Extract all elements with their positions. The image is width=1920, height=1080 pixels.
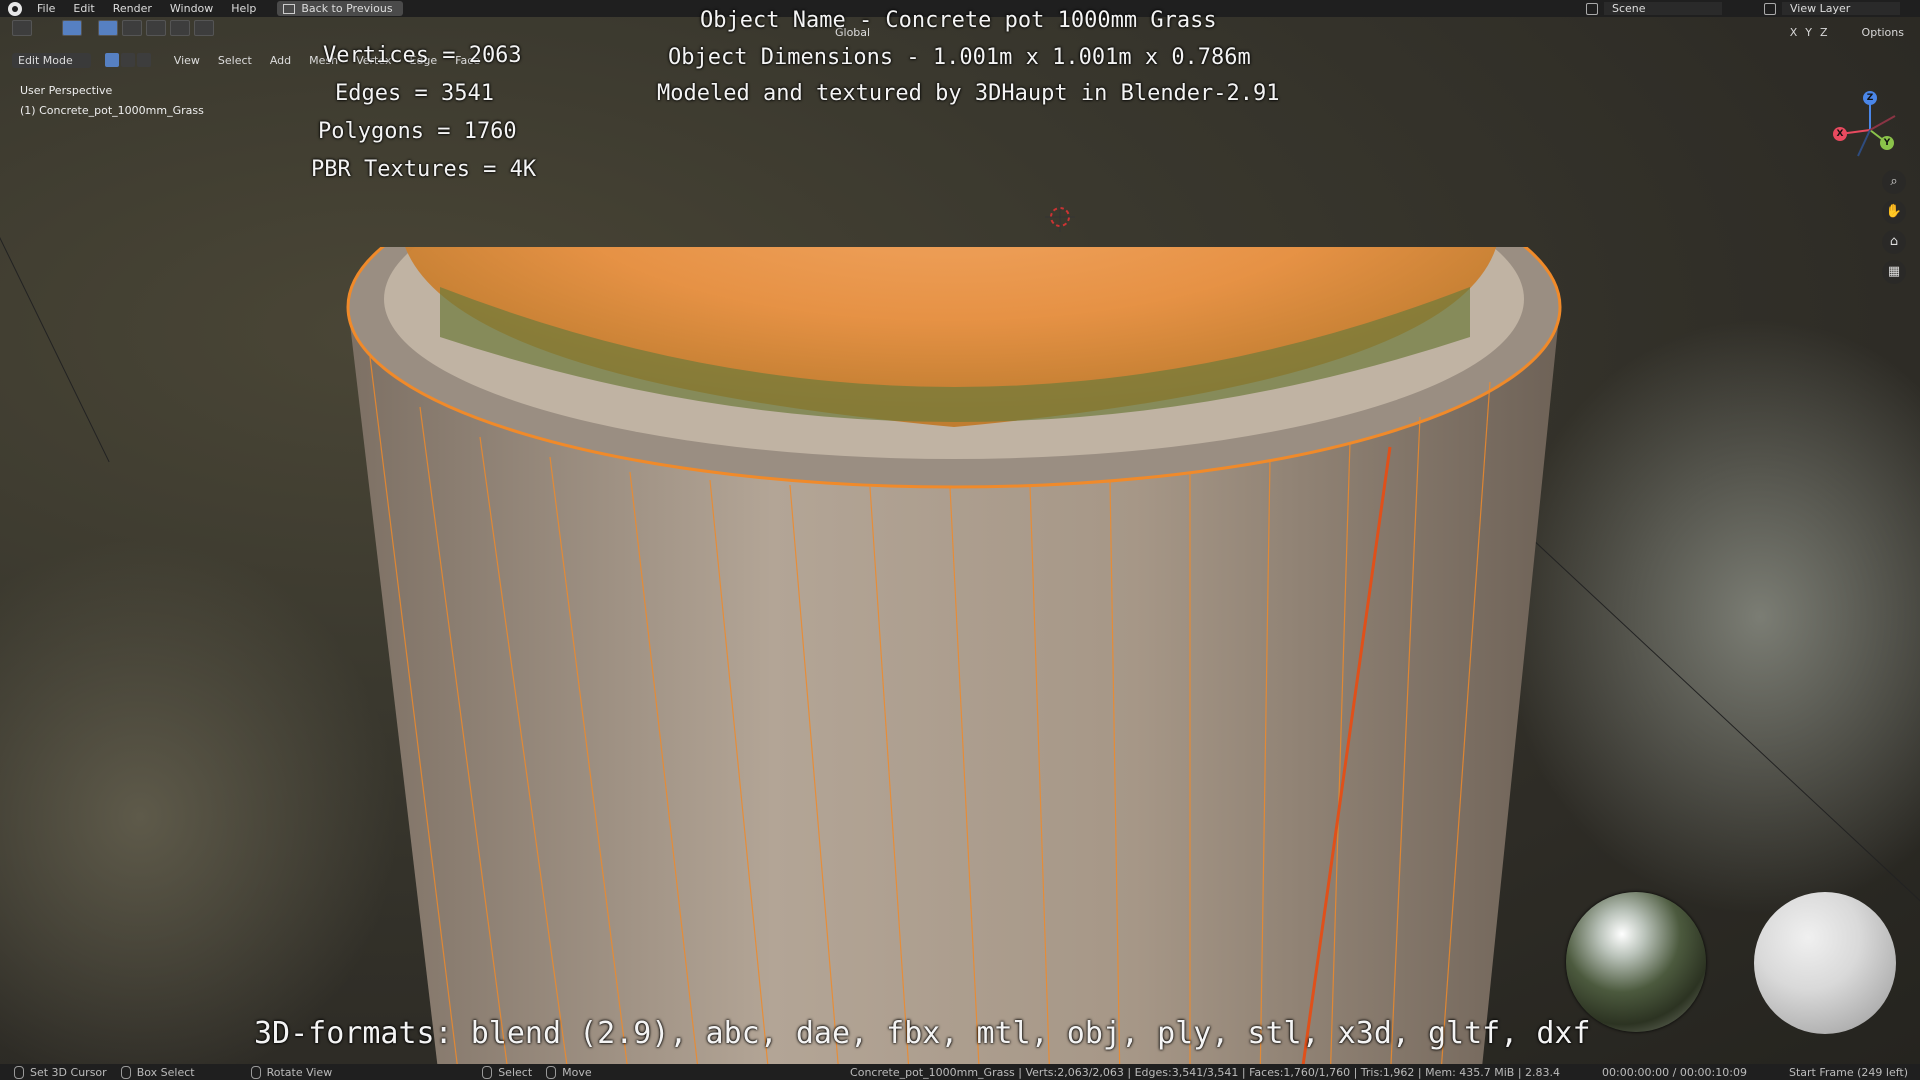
select-mode-new-icon[interactable] [98,20,118,36]
scene-statistics: Concrete_pot_1000mm_Grass | Verts:2,063/… [850,1065,1561,1079]
pan-hand-icon[interactable]: ✋ [1882,200,1906,224]
scene-icon [1586,2,1598,15]
ground-edge-line [0,237,110,463]
editor-type-icon[interactable] [12,20,32,36]
hdri-preview-sphere [1566,892,1706,1032]
vertex-select-icon[interactable] [104,53,119,67]
concrete-pot-mesh[interactable] [340,247,1580,1064]
screen-icon [283,3,296,14]
hint-move: Move [546,1065,592,1079]
diffuse-preview-sphere [1754,892,1896,1034]
hint-select-label: Select [498,1065,533,1079]
hint-set-3d-cursor-label: Set 3D Cursor [30,1065,107,1079]
scene-selector[interactable]: Scene [1604,2,1722,15]
status-bar: Set 3D Cursor Box Select Rotate View Sel… [0,1064,1920,1080]
viewport-menu-view[interactable]: View [165,54,209,67]
mouse-drag-icon [120,1065,131,1079]
hint-box-select: Box Select [120,1065,195,1079]
vertices-count: Vertices = 2063 [323,43,522,68]
gizmo-x-axis[interactable]: X [1833,127,1847,141]
grid-icon[interactable]: ▦ [1882,260,1906,284]
select-mode-subtract-icon[interactable] [146,20,166,36]
hint-rotate-view: Rotate View [250,1065,333,1079]
credit-line: Modeled and textured by 3DHaupt in Blend… [657,81,1280,106]
axis-z-toggle[interactable]: Z [1820,26,1828,39]
hint-select: Select [482,1065,533,1079]
mouse-drag-right-icon [546,1065,557,1079]
zoom-icon[interactable]: ⌕ [1882,170,1906,194]
topbar-right: Scene View Layer [1580,0,1920,17]
mouse-left-icon [14,1065,24,1079]
blender-logo-icon[interactable] [8,1,22,16]
select-mode-invert-icon[interactable] [170,20,190,36]
face-select-icon[interactable] [136,53,151,67]
object-name-title: Object Name - Concrete pot 1000mm Grass [700,8,1217,33]
status-right: Concrete_pot_1000mm_Grass | Verts:2,063/… [850,1064,1920,1080]
view-layer-icon [1764,2,1776,15]
view-layer-selector[interactable]: View Layer [1782,2,1900,15]
select-mode-extend-icon[interactable] [122,20,142,36]
camera-icon[interactable]: ⌂ [1882,230,1906,254]
object-dimensions: Object Dimensions - 1.001m x 1.001m x 0.… [668,45,1251,70]
menu-render[interactable]: Render [104,2,161,15]
hint-move-label: Move [562,1065,592,1079]
polygons-count: Polygons = 1760 [318,119,517,144]
viewport-menu-select[interactable]: Select [209,54,261,67]
menu-help[interactable]: Help [222,2,265,15]
mouse-right-icon [482,1065,493,1079]
viewport-object-label: (1) Concrete_pot_1000mm_Grass [20,104,204,117]
hint-box-select-label: Box Select [136,1065,195,1079]
viewport-menu-add[interactable]: Add [261,54,300,67]
viewport-perspective-label: User Perspective [20,84,113,97]
3d-cursor-icon [1045,202,1075,232]
menu-file[interactable]: File [28,2,64,15]
select-mode-intersect-icon[interactable] [194,20,214,36]
mouse-middle-icon [250,1065,261,1079]
hint-rotate-view-label: Rotate View [266,1065,333,1079]
3d-viewport[interactable] [0,17,1920,1064]
back-to-previous-button[interactable]: Back to Previous [277,1,403,16]
mode-selector[interactable]: Edit Mode [12,52,91,68]
menu-window[interactable]: Window [161,2,222,15]
options-menu[interactable]: Options [1862,26,1904,39]
select-tool-icon[interactable] [62,20,82,36]
timeline-time: 00:00:00:00 / 00:00:10:09 [1602,1065,1747,1079]
axis-x-toggle[interactable]: X [1790,26,1798,39]
textures-info: PBR Textures = 4K [311,157,537,182]
axis-y-toggle[interactable]: Y [1805,26,1812,39]
hint-set-3d-cursor: Set 3D Cursor [14,1065,107,1079]
menu-edit[interactable]: Edit [64,2,103,15]
edge-select-icon[interactable] [120,53,135,67]
back-to-previous-label: Back to Previous [301,2,393,15]
navigation-gizmo[interactable]: Z X Y [1820,90,1920,170]
gizmo-z-axis[interactable]: Z [1863,91,1877,105]
start-frame-info: Start Frame (249 left) [1788,1065,1908,1079]
gizmo-y-axis[interactable]: Y [1880,136,1894,150]
mirror-axes: X Y Z Options [1790,26,1904,39]
edges-count: Edges = 3541 [335,81,494,106]
formats-list: 3D-formats: blend (2.9), abc, dae, fbx, … [254,1016,1591,1051]
